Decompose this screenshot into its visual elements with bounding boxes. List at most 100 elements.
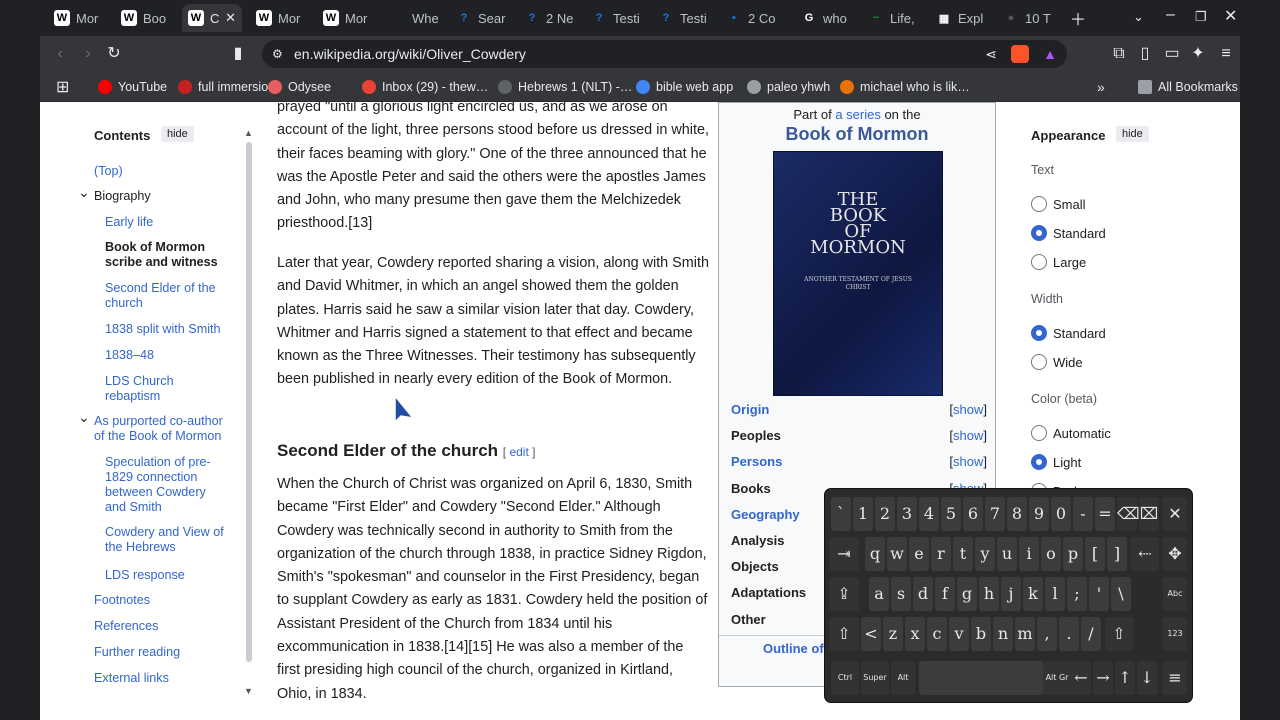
keyboard-key[interactable] [919, 661, 1043, 695]
infobox-row-label[interactable]: Peoples [731, 428, 781, 443]
browser-tab[interactable]: ▪ 2 Co [720, 4, 782, 32]
keyboard-key[interactable]: Abc [1163, 577, 1187, 611]
keyboard-key[interactable]: g [957, 577, 977, 611]
toc-item[interactable]: LDS Church rebaptism [105, 374, 225, 404]
infobox-row-label[interactable]: Analysis [731, 533, 784, 548]
browser-tab[interactable]: Gwho [795, 4, 857, 32]
bookmark-item[interactable]: full immersion [178, 78, 275, 96]
toc-item[interactable]: Second Elder of the church [105, 281, 225, 311]
radio-label[interactable]: Automatic [1053, 426, 1111, 441]
edit-section[interactable]: [ edit ] [503, 445, 536, 459]
leo-ai-icon[interactable]: ✦ [1186, 42, 1210, 66]
toc-item[interactable]: Book of Mormon scribe and witness [105, 240, 225, 270]
keyboard-key[interactable]: ⇧ [829, 617, 859, 651]
toc-item[interactable]: Early life [105, 215, 225, 230]
keyboard-key[interactable]: Ctrl [831, 661, 859, 695]
close-window-button[interactable]: ✕ [1224, 6, 1237, 26]
keyboard-key[interactable]: i [1019, 537, 1039, 571]
back-button[interactable]: ‹ [48, 42, 72, 66]
infobox-row-label[interactable]: Other [731, 612, 766, 627]
minimize-button[interactable]: – [1166, 6, 1175, 24]
radio-button[interactable] [1031, 454, 1047, 470]
browser-tab[interactable]: W Boo [115, 4, 177, 32]
edit-link[interactable]: edit [509, 445, 528, 459]
toc-item[interactable]: 1838–48 [105, 348, 225, 363]
infobox-row[interactable]: Origin [show] [731, 402, 987, 417]
keyboard-key[interactable]: c [927, 617, 947, 651]
infobox-row[interactable]: Persons [show] [731, 454, 987, 469]
browser-tab[interactable]: ● 10 T [997, 4, 1059, 32]
show-toggle[interactable]: [show] [949, 428, 987, 443]
infobox-row-label[interactable]: Objects [731, 559, 779, 574]
scroll-up-icon[interactable]: ▲ [244, 128, 253, 138]
toc-hide-button[interactable]: hide [161, 126, 194, 142]
infobox-row[interactable]: Peoples [show] [731, 428, 987, 443]
menu-icon[interactable]: ≡ [1214, 42, 1238, 66]
toc-item[interactable]: References [94, 619, 226, 634]
keyboard-key[interactable]: ; [1067, 577, 1087, 611]
keyboard-key[interactable]: 7 [985, 497, 1005, 531]
browser-tab[interactable]: W Mor [48, 4, 110, 32]
all-bookmarks[interactable]: All Bookmarks [1138, 78, 1238, 96]
show-toggle[interactable]: [show] [949, 402, 987, 417]
toc-item[interactable]: Further reading [94, 645, 226, 660]
toc-toggle-icon[interactable]: ⌄ [78, 409, 90, 426]
sidebar-icon[interactable]: ▯ [1133, 42, 1157, 66]
keyboard-key[interactable]: ↑ [1115, 661, 1135, 695]
bookmark-item[interactable]: Hebrews 1 (NLT) -… [498, 78, 632, 96]
new-tab-button[interactable]: ＋ [1070, 6, 1086, 30]
keyboard-key[interactable]: v [949, 617, 969, 651]
radio-button[interactable] [1031, 425, 1047, 441]
browser-tab[interactable]: ? 2 Ne [518, 4, 580, 32]
radio-label[interactable]: Wide [1053, 355, 1083, 370]
infobox-row-label[interactable]: Books [731, 481, 771, 496]
tab-search-icon[interactable]: ⌄ [1133, 9, 1144, 25]
keyboard-key[interactable]: / [1081, 617, 1101, 651]
keyboard-key[interactable]: 1 [853, 497, 873, 531]
scroll-down-icon[interactable]: ▼ [244, 686, 253, 696]
keyboard-key[interactable]: ≡ [1163, 661, 1187, 695]
bookmark-item[interactable]: michael who is lik… [840, 78, 970, 96]
keyboard-key[interactable]: \ [1111, 577, 1131, 611]
keyboard-key[interactable]: y [975, 537, 995, 571]
radio-button[interactable] [1031, 254, 1047, 270]
brave-rewards-icon[interactable]: ▲ [1043, 40, 1057, 68]
toc-item[interactable]: Cowdery and View of the Hebrews [105, 525, 225, 555]
more-bookmarks-icon[interactable]: » [1097, 78, 1105, 96]
keyboard-key[interactable]: o [1041, 537, 1061, 571]
keyboard-key[interactable]: 4 [919, 497, 939, 531]
keyboard-key[interactable]: f [935, 577, 955, 611]
bookmark-icon[interactable]: ▮ [226, 42, 250, 66]
browser-tab[interactable]: W Mor [317, 4, 379, 32]
keyboard-key[interactable]: m [1015, 617, 1035, 651]
toc-item[interactable]: External links [94, 671, 226, 686]
keyboard-key[interactable]: ] [1107, 537, 1127, 571]
toc-scrollbar[interactable] [246, 142, 252, 662]
bookmark-item[interactable]: YouTube [98, 78, 167, 96]
radio-label[interactable]: Large [1053, 255, 1086, 270]
browser-tab[interactable]: ▦ Expl [930, 4, 992, 32]
keyboard-key[interactable]: p [1063, 537, 1083, 571]
toc-item[interactable]: (Top) [94, 164, 226, 179]
radio-button[interactable] [1031, 354, 1047, 370]
keyboard-key[interactable]: ⌧ [1139, 497, 1159, 531]
toc-item[interactable]: Speculation of pre-1829 connection betwe… [105, 455, 225, 515]
series-link[interactable]: a series [835, 107, 881, 122]
wallet-icon[interactable]: ▭ [1160, 42, 1184, 66]
infobox-row-label[interactable]: Persons [731, 454, 782, 469]
keyboard-key[interactable]: b [971, 617, 991, 651]
keyboard-key[interactable]: Alt Gr [1043, 661, 1071, 695]
keyboard-key[interactable]: . [1059, 617, 1079, 651]
keyboard-key[interactable]: ` [831, 497, 851, 531]
keyboard-key[interactable]: n [993, 617, 1013, 651]
keyboard-key[interactable]: , [1037, 617, 1057, 651]
toc-item[interactable]: As purported co-author of the Book of Mo… [94, 414, 226, 444]
browser-tab[interactable]: W Mor [250, 4, 312, 32]
radio-button[interactable] [1031, 225, 1047, 241]
keyboard-key[interactable]: ⇠ [1131, 537, 1159, 571]
browser-tab[interactable]: ~ Life, [862, 4, 924, 32]
address-bar[interactable]: ⚙ en.wikipedia.org/wiki/Oliver_Cowdery ⋖… [262, 40, 1067, 68]
keyboard-key[interactable]: 2 [875, 497, 895, 531]
infobox-row-label[interactable]: Origin [731, 402, 769, 417]
close-tab-icon[interactable]: ✕ [225, 10, 236, 26]
